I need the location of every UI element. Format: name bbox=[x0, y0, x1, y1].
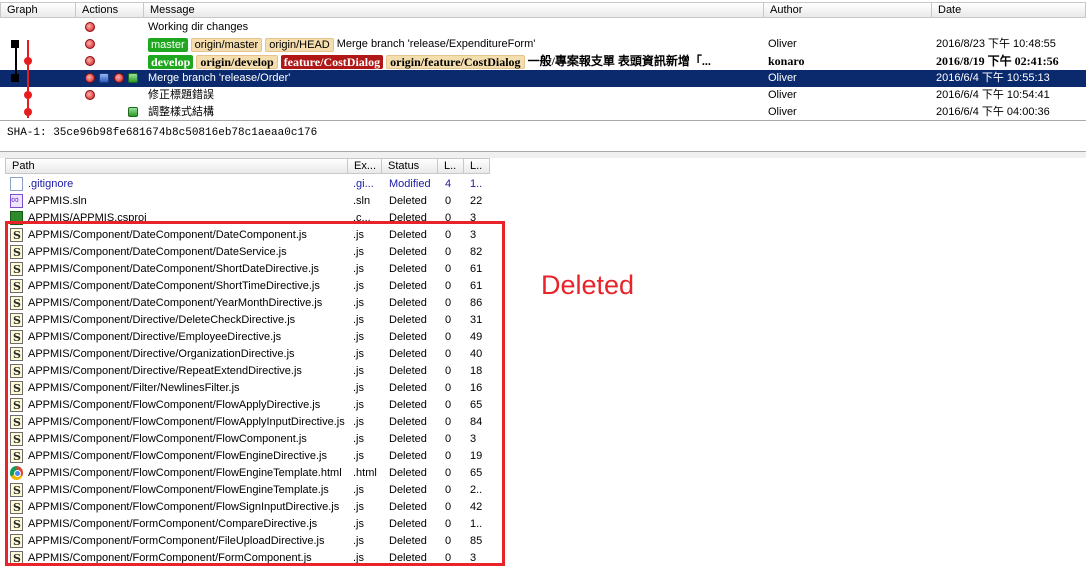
annotation-highlight-box bbox=[5, 221, 505, 566]
commit-date bbox=[936, 19, 1086, 36]
commit-row[interactable]: develop origin/develop feature/CostDialog o… bbox=[0, 53, 1086, 70]
file-status: Deleted bbox=[389, 195, 427, 207]
commit-date: 2016/6/4 下午 10:54:41 bbox=[936, 89, 1050, 101]
save-icon[interactable] bbox=[99, 73, 109, 83]
commit-message-text: 修正標題錯誤 bbox=[148, 89, 214, 101]
commit-row[interactable]: master origin/master origin/HEAD Merge bran… bbox=[0, 36, 1086, 53]
lines-added: 4 bbox=[445, 178, 452, 190]
file-row[interactable]: .gitignore .gi... Modified 4 1.. bbox=[0, 176, 1086, 193]
commit-author: Oliver bbox=[768, 38, 797, 50]
column-header-message[interactable]: Message bbox=[144, 2, 764, 18]
commit-date: 2016/8/23 下午 10:48:55 bbox=[936, 38, 1056, 50]
branch-label[interactable]: origin/HEAD bbox=[265, 37, 334, 52]
commit-message: 調整樣式結構 bbox=[148, 104, 758, 118]
branch-label[interactable]: develop bbox=[148, 54, 194, 69]
commit-message-text: Merge branch 'release/ExpenditureForm' bbox=[336, 38, 536, 50]
commit-action-icon[interactable] bbox=[114, 73, 124, 83]
column-header-status[interactable]: Status bbox=[382, 158, 438, 174]
accept-icon[interactable] bbox=[128, 107, 138, 117]
commit-message: Working dir changes bbox=[148, 19, 758, 36]
branch-label[interactable]: origin/feature/CostDialog bbox=[386, 54, 525, 69]
commit-date: 2016/6/4 下午 10:55:13 bbox=[936, 72, 1050, 84]
file-status: Modified bbox=[389, 178, 431, 190]
branch-label[interactable]: master bbox=[148, 37, 188, 52]
sha-text[interactable]: SHA-1: 35ce96b98fe681674b8c50816eb78c1ae… bbox=[7, 127, 317, 139]
commit-message: Merge branch 'release/Order' bbox=[148, 70, 758, 87]
file-extension: .gi... bbox=[353, 178, 374, 190]
commit-action-icon[interactable] bbox=[85, 22, 95, 32]
column-header-author[interactable]: Author bbox=[764, 2, 932, 18]
accept-icon[interactable] bbox=[128, 73, 138, 83]
commit-row[interactable]: 修正標題錯誤 Oliver 2016/6/4 下午 10:54:41 bbox=[0, 87, 1086, 104]
column-header-lines-added[interactable]: L.. bbox=[438, 158, 464, 174]
commit-grid: Graph Actions Message Author Date Workin… bbox=[0, 0, 1086, 118]
column-header-extension[interactable]: Ex... bbox=[348, 158, 382, 174]
commit-author: Oliver bbox=[768, 106, 797, 118]
commit-action-icon[interactable] bbox=[85, 73, 95, 83]
commit-message: develop origin/develop feature/CostDialog o… bbox=[148, 53, 758, 70]
commit-message: master origin/master origin/HEAD Merge bran… bbox=[148, 36, 758, 53]
commit-author: konaro bbox=[768, 54, 805, 68]
column-header-lines-removed[interactable]: L.. bbox=[464, 158, 490, 174]
lines-removed: 22 bbox=[470, 195, 483, 207]
column-header-actions[interactable]: Actions bbox=[76, 2, 144, 18]
annotation-deleted-label: Deleted bbox=[541, 270, 635, 300]
file-path: .gitignore bbox=[28, 178, 74, 190]
branch-label[interactable]: feature/CostDialog bbox=[280, 54, 384, 69]
column-header-date[interactable]: Date bbox=[932, 2, 1086, 18]
commit-row[interactable]: Working dir changes bbox=[0, 19, 1086, 36]
branch-label[interactable]: origin/master bbox=[190, 37, 263, 52]
commit-author: Oliver bbox=[768, 72, 797, 84]
commit-row[interactable]: 調整樣式結構 Oliver 2016/6/4 下午 04:00:36 bbox=[0, 104, 1086, 118]
commit-message-text: Working dir changes bbox=[148, 21, 249, 33]
file-extension: .sln bbox=[353, 195, 371, 207]
commit-message-text: 調整樣式結構 bbox=[148, 106, 214, 118]
file-path: APPMIS.sln bbox=[28, 195, 87, 207]
visual-studio-solution-icon bbox=[10, 192, 23, 209]
commit-date: 2016/8/19 下午 02:41:56 bbox=[936, 54, 1059, 68]
commit-row[interactable]: Merge branch 'release/Order' Oliver 2016/6… bbox=[0, 70, 1086, 87]
commit-message-text: Merge branch 'release/Order' bbox=[148, 72, 291, 84]
column-header-graph[interactable]: Graph bbox=[0, 2, 76, 18]
commit-author: Oliver bbox=[768, 89, 797, 101]
text-file-icon bbox=[10, 177, 23, 191]
column-header-path[interactable]: Path bbox=[5, 158, 348, 174]
commit-author bbox=[768, 19, 928, 36]
file-row[interactable]: APPMIS.sln .sln Deleted 0 22 bbox=[0, 192, 1086, 210]
lines-added: 0 bbox=[445, 195, 452, 207]
branch-label[interactable]: origin/develop bbox=[196, 54, 278, 69]
commit-date: 2016/6/4 下午 04:00:36 bbox=[936, 106, 1050, 118]
commit-message-text: 一般/專案報支單 表頭資訊新增「... bbox=[527, 54, 711, 68]
commit-action-icon[interactable] bbox=[85, 90, 95, 100]
commit-action-icon[interactable] bbox=[85, 39, 95, 49]
commit-action-icon[interactable] bbox=[85, 56, 95, 66]
commit-message: 修正標題錯誤 bbox=[148, 87, 758, 104]
lines-removed: 1.. bbox=[470, 178, 483, 190]
commit-info-panel: SHA-1: 35ce96b98fe681674b8c50816eb78c1ae… bbox=[0, 120, 1086, 152]
